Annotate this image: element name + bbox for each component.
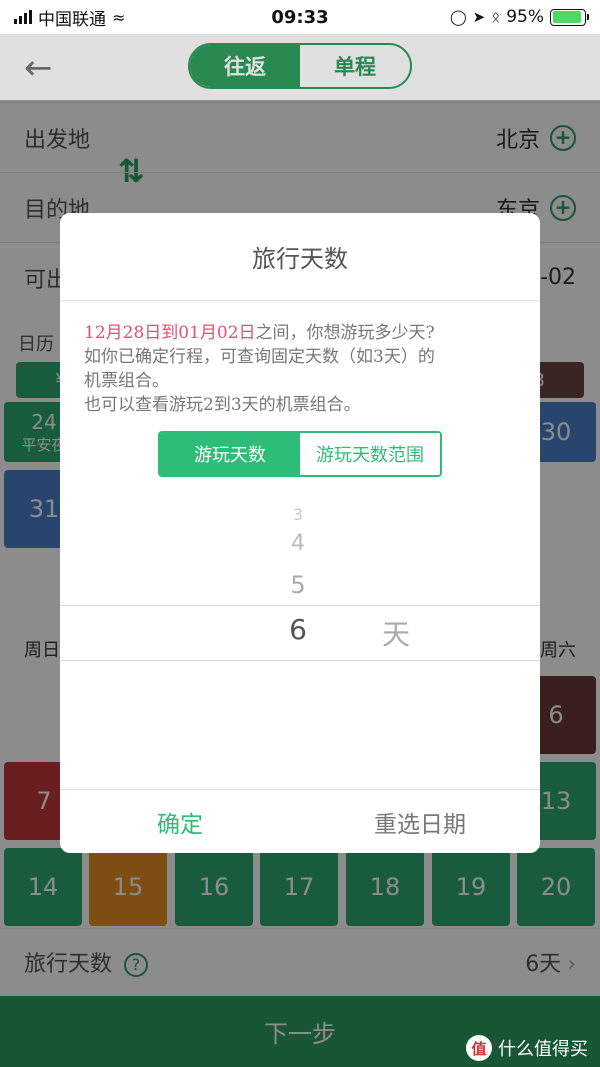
days-mode-toggle: 游玩天数 游玩天数范围 [158, 431, 442, 477]
watermark-logo-icon: 值 [466, 1035, 492, 1061]
watermark: 值 什么值得买 [466, 1035, 588, 1061]
dialog-title: 旅行天数 [60, 213, 540, 301]
lock-rotation-icon: ◯ [449, 8, 467, 26]
dialog-message: 12月28日到01月02日之间，你想游玩多少天? 如你已确定行程，可查询固定天数… [84, 323, 435, 415]
signal-icon [14, 10, 32, 24]
bluetooth-icon: ᛟ [491, 8, 501, 26]
status-bar: 中国联通 ≈ 09:33 ◯ ➤ ᛟ 95% [0, 0, 600, 34]
picker-option: 5 [290, 571, 306, 599]
watermark-text: 什么值得买 [498, 1039, 588, 1060]
location-icon: ➤ [472, 8, 486, 26]
picker-unit: 天 [382, 618, 411, 651]
tab-days-range[interactable]: 游玩天数范围 [300, 433, 440, 475]
wifi-icon: ≈ [112, 7, 126, 27]
battery-icon [550, 8, 589, 26]
battery-percent: 95% [506, 7, 544, 27]
confirm-button[interactable]: 确定 [60, 790, 300, 853]
carrier: 中国联通 [38, 9, 106, 30]
trip-days-dialog: 旅行天数 12月28日到01月02日之间，你想游玩多少天? 如你已确定行程，可查… [60, 213, 540, 853]
dialog-actions: 确定 重选日期 [60, 789, 540, 853]
picker-selected-value: 6 [289, 613, 307, 646]
days-picker[interactable]: 3 4 5 6 天 [60, 493, 540, 661]
modal-backdrop-top [0, 34, 600, 100]
picker-option: 3 [292, 505, 304, 524]
tab-fixed-days[interactable]: 游玩天数 [160, 433, 300, 475]
reselect-date-button[interactable]: 重选日期 [300, 790, 540, 853]
picker-option: 4 [291, 531, 305, 556]
date-range-highlight: 12月28日到01月02日 [84, 323, 256, 343]
